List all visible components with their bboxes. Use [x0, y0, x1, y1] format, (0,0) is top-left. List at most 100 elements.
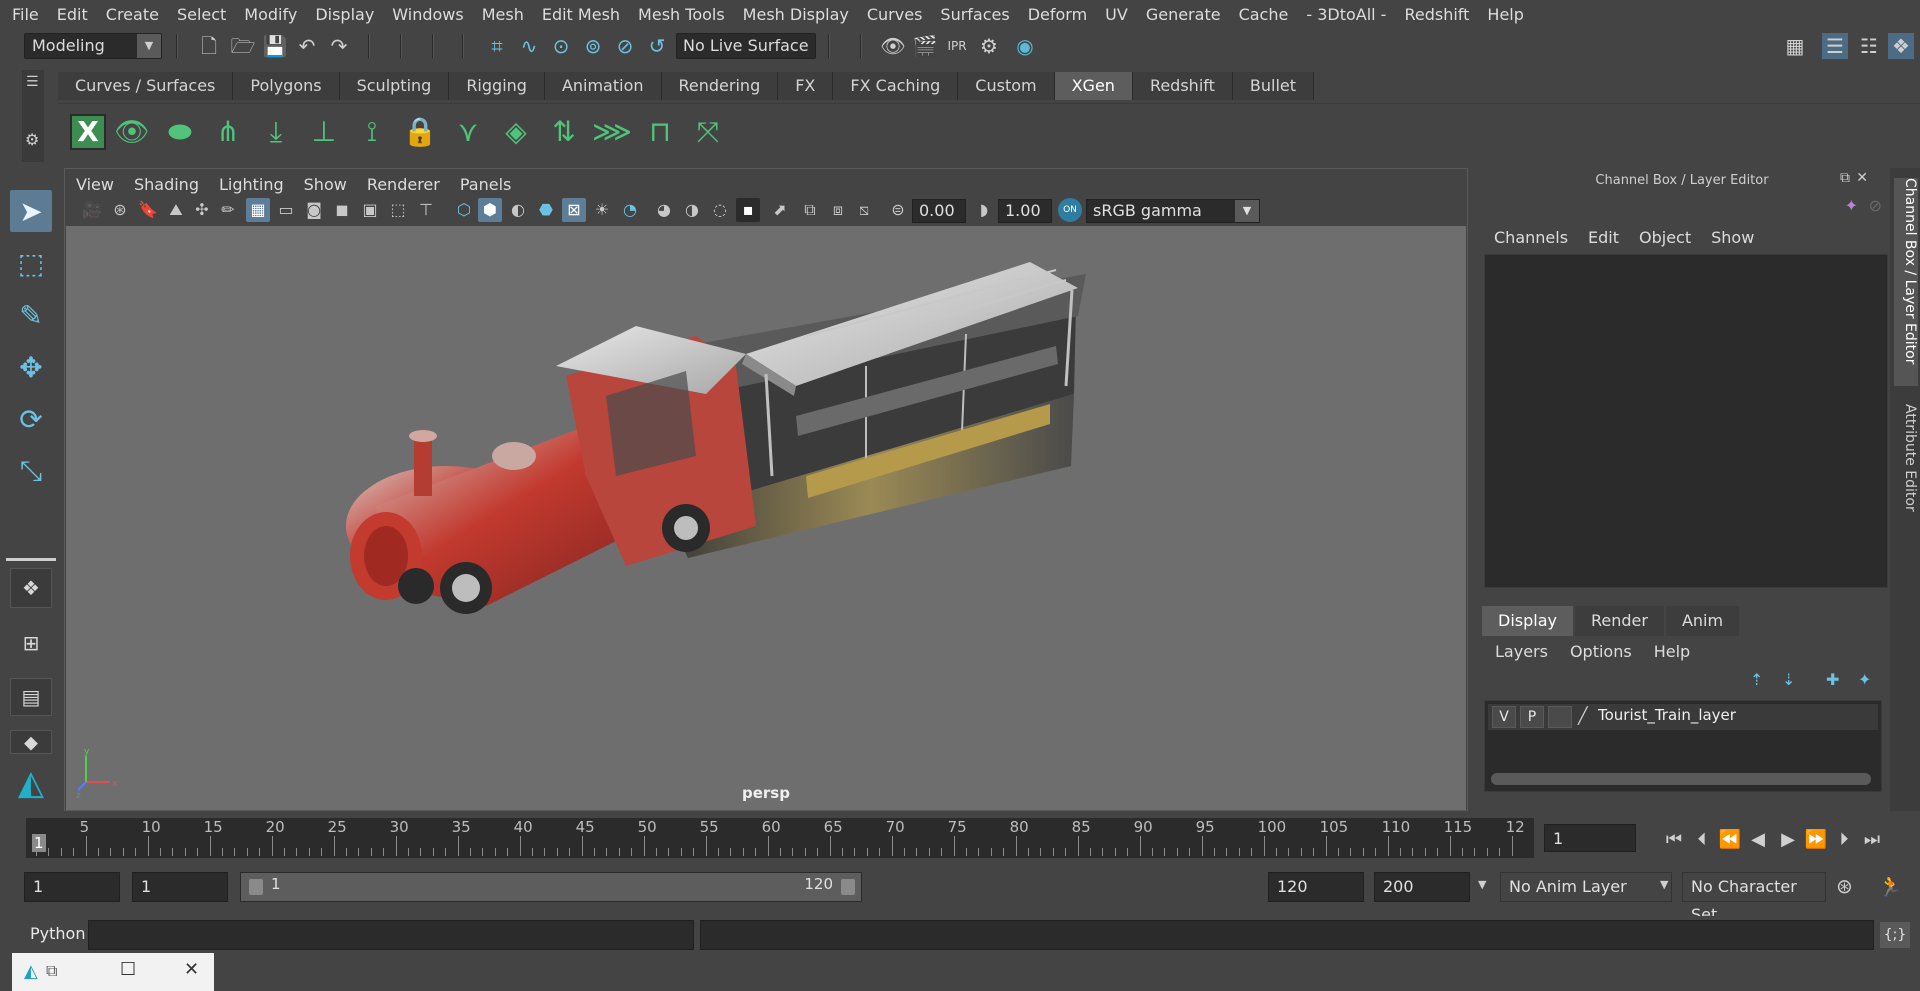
viewport-menu-panels[interactable]: Panels [450, 175, 522, 194]
exposure-field[interactable]: 0.00 [912, 199, 966, 223]
bookmark-icon[interactable]: 🔖 [136, 198, 160, 222]
live-surface-field[interactable]: No Live Surface [676, 33, 816, 59]
menu-edit[interactable]: Edit [48, 5, 97, 24]
tab-curves-surfaces[interactable]: Curves / Surfaces [58, 72, 234, 100]
tab-fx-caching[interactable]: FX Caching [833, 72, 959, 100]
xgen-grid-icon[interactable]: ◈ [494, 108, 538, 156]
menu-help[interactable]: Help [1478, 5, 1532, 24]
field-chart-icon[interactable]: ▣ [358, 198, 382, 222]
channel-menu-edit[interactable]: Edit [1578, 224, 1629, 252]
channel-menu-object[interactable]: Object [1629, 224, 1701, 252]
layer-menu-help[interactable]: Help [1643, 638, 1701, 666]
tab-animation[interactable]: Animation [544, 72, 662, 100]
auto-key-icon[interactable]: ⊛ [1836, 874, 1853, 898]
grid-toggle-icon[interactable]: ▦ [246, 198, 270, 222]
screen-space-ao-icon[interactable]: ◕ [652, 198, 676, 222]
tab-bullet[interactable]: Bullet [1232, 72, 1315, 100]
menu-cache[interactable]: Cache [1230, 5, 1298, 24]
resolution-gate-icon[interactable]: ◙ [302, 198, 326, 222]
layer-menu-options[interactable]: Options [1559, 638, 1643, 666]
layer-list-scrollbar[interactable] [1491, 773, 1871, 785]
current-frame-field[interactable]: 1 [1544, 824, 1636, 852]
tab-display[interactable]: Display [1482, 606, 1573, 636]
viewport-menu-renderer[interactable]: Renderer [357, 175, 450, 194]
character-set-dropdown[interactable]: No Character Set [1682, 872, 1826, 924]
tab-fx[interactable]: FX [778, 72, 834, 100]
layer-display-type-toggle[interactable] [1548, 706, 1572, 728]
range-slider[interactable]: 1 120 [240, 872, 862, 902]
depth-of-field-icon[interactable]: ▪ [736, 198, 760, 222]
layer-menu-layers[interactable]: Layers [1484, 638, 1559, 666]
play-forwards-icon[interactable]: ▶ [1776, 828, 1800, 852]
textured-icon[interactable]: ⊠ [562, 198, 586, 222]
xray-icon[interactable]: ⧉ [798, 198, 822, 222]
save-scene-icon[interactable]: 💾 [262, 33, 288, 59]
playback-end-field[interactable]: 120 [1268, 872, 1364, 902]
tab-polygons[interactable]: Polygons [233, 72, 340, 100]
four-view-layout-icon[interactable]: ⊞ [10, 624, 52, 662]
move-tool-icon[interactable]: ✥ [10, 346, 52, 388]
lasso-tool-icon[interactable]: ⬚ [10, 242, 52, 284]
color-management-toggle-icon[interactable]: ON [1058, 198, 1082, 222]
tab-custom[interactable]: Custom [958, 72, 1055, 100]
menu-curves[interactable]: Curves [858, 5, 932, 24]
smooth-shade-icon[interactable]: ⬢ [478, 198, 502, 222]
use-all-lights-icon[interactable]: ☀ [590, 198, 614, 222]
use-default-material-icon[interactable]: ◐ [506, 198, 530, 222]
go-to-end-icon[interactable]: ⏭ [1860, 828, 1884, 852]
select-tool-icon[interactable]: ➤ [10, 190, 52, 232]
exposure-icon[interactable]: ⊜ [886, 198, 910, 222]
tab-channel-box-layer-editor[interactable]: Channel Box / Layer Editor [1894, 178, 1918, 386]
motion-blur-icon[interactable]: ◑ [680, 198, 704, 222]
workspace-icon[interactable]: ▦ [1782, 33, 1808, 59]
scale-tool-icon[interactable]: ⤡ [10, 450, 52, 492]
close-window-icon[interactable]: ✕ [184, 959, 199, 980]
layer-row[interactable]: V P ╱ Tourist_Train_layer [1488, 704, 1878, 730]
grease-pencil-icon[interactable]: ✏ [216, 198, 240, 222]
open-scene-icon[interactable]: 🗁 [230, 33, 256, 59]
layer-color-icon[interactable]: ╱ [1578, 706, 1588, 725]
3d-viewport[interactable]: x y z persp [66, 226, 1466, 810]
gate-mask-icon[interactable]: ◼ [330, 198, 354, 222]
gamma-icon[interactable]: ◗ [972, 198, 996, 222]
tab-redshift[interactable]: Redshift [1132, 72, 1233, 100]
shelf-settings-gear-icon[interactable]: ⚙ [25, 130, 39, 149]
range-slider-start-handle[interactable] [249, 879, 263, 895]
channel-menu-show[interactable]: Show [1701, 224, 1764, 252]
tab-rigging[interactable]: Rigging [449, 72, 545, 100]
command-input[interactable] [88, 920, 694, 950]
snap-grid-icon[interactable]: ⌗ [484, 33, 510, 59]
menu-mesh-display[interactable]: Mesh Display [734, 5, 858, 24]
toggle-attribute-editor-icon[interactable]: ☰ [1822, 33, 1848, 59]
script-editor-icon[interactable]: {;} [1880, 922, 1910, 948]
snap-surface-icon[interactable]: ⊘ [612, 33, 638, 59]
menu-mesh-tools[interactable]: Mesh Tools [629, 5, 734, 24]
channel-box-area[interactable] [1484, 254, 1888, 588]
move-layer-down-icon[interactable]: ⇣ [1782, 670, 1795, 689]
menu-redshift[interactable]: Redshift [1395, 5, 1478, 24]
animation-end-field[interactable]: 200 [1374, 872, 1470, 902]
snap-live-icon[interactable]: ↺ [644, 33, 670, 59]
xgen-editor-icon[interactable]: X [70, 113, 106, 150]
snap-curve-icon[interactable]: ∿ [516, 33, 542, 59]
rotate-tool-icon[interactable]: ⟳ [10, 398, 52, 440]
ipr-render-icon[interactable]: IPR [944, 33, 970, 59]
color-space-dropdown[interactable]: sRGB gamma ▼ [1086, 199, 1260, 223]
viewport-menu-lighting[interactable]: Lighting [209, 175, 294, 194]
time-slider[interactable]: 5 10 15 20 25 30 35 40 45 50 55 60 65 70 75 80 85 90 95 100… [26, 818, 1534, 858]
xgen-delete-guide-icon[interactable]: ⤧ [686, 108, 730, 156]
xgen-place-guide-icon[interactable]: ⤓ [254, 108, 298, 156]
menu-select[interactable]: Select [168, 5, 235, 24]
layer-playback-toggle[interactable]: P [1520, 706, 1544, 728]
image-plane-icon[interactable]: ⛰ [164, 198, 188, 222]
safe-title-icon[interactable]: ⊤ [414, 198, 438, 222]
menu-modify[interactable]: Modify [235, 5, 306, 24]
gamma-field[interactable]: 1.00 [998, 199, 1052, 223]
film-gate-icon[interactable]: ▭ [274, 198, 298, 222]
play-backwards-icon[interactable]: ◀ [1746, 828, 1770, 852]
multisample-aa-icon[interactable]: ◌ [708, 198, 732, 222]
wireframe-on-shaded-icon[interactable]: ⬣ [534, 198, 558, 222]
render-frame-icon[interactable]: 🎬 [912, 33, 938, 59]
xray-components-icon[interactable]: ⧅ [852, 198, 876, 222]
2d-pan-zoom-icon[interactable]: ✣ [190, 198, 214, 222]
